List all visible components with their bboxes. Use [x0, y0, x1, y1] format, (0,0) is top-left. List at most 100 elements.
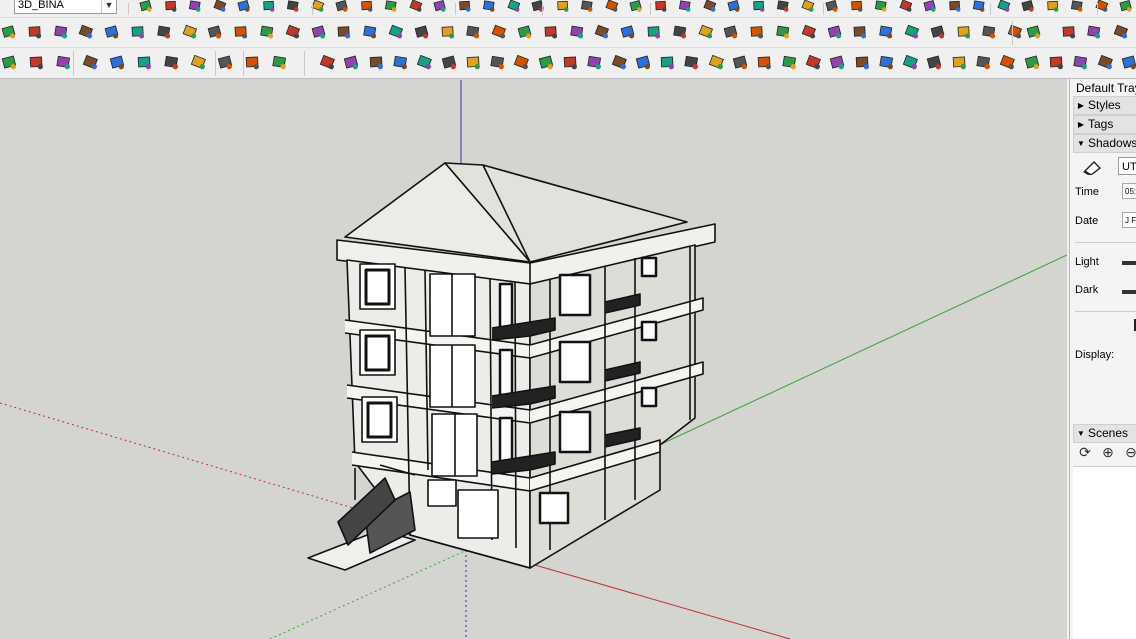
plugin-icon[interactable]	[52, 23, 70, 41]
arc-icon[interactable]	[212, 0, 228, 14]
plugin-icon[interactable]	[270, 53, 289, 72]
plugin-icon[interactable]	[516, 23, 534, 41]
select-icon[interactable]	[138, 0, 154, 14]
plugin-icon[interactable]	[877, 23, 895, 41]
plugin-icon[interactable]	[1047, 53, 1066, 72]
component-icon[interactable]	[653, 0, 669, 14]
plugin-icon[interactable]	[361, 23, 379, 41]
push-pull-icon[interactable]	[261, 0, 277, 14]
plugin-icon[interactable]	[853, 53, 872, 72]
plugin-icon[interactable]	[189, 53, 208, 72]
plugin-icon[interactable]	[671, 23, 689, 41]
plugin-icon[interactable]	[1085, 23, 1103, 41]
panel-styles[interactable]: ▶ Styles	[1073, 96, 1136, 115]
plugin-icon[interactable]	[258, 23, 276, 41]
plugin-icon[interactable]	[877, 53, 896, 72]
arc-icon[interactable]	[971, 0, 987, 14]
modeling-viewport[interactable]	[0, 79, 1067, 639]
plugin-icon[interactable]	[731, 53, 750, 72]
time-input[interactable]: 05:4	[1122, 183, 1136, 199]
plugin-icon[interactable]	[387, 23, 405, 41]
rectangle-icon[interactable]	[996, 0, 1012, 14]
plugin-icon[interactable]	[0, 53, 19, 72]
plugin-icon[interactable]	[512, 53, 531, 72]
plugin-icon[interactable]	[129, 23, 147, 41]
layer-select[interactable]: 3D_BINA ▼	[14, 0, 117, 14]
plugin-icon[interactable]	[464, 23, 482, 41]
plugin-icon[interactable]	[490, 23, 508, 41]
panel-scenes[interactable]: ▼ Scenes	[1073, 424, 1136, 443]
plugin-icon[interactable]	[440, 53, 459, 72]
panel-shadows[interactable]: ▼ Shadows	[1073, 134, 1136, 153]
plugin-icon[interactable]	[27, 53, 46, 72]
plugin-icon[interactable]	[568, 23, 586, 41]
plugin-icon[interactable]	[610, 53, 629, 72]
timezone-select[interactable]: UTC	[1118, 157, 1136, 175]
pencil-icon[interactable]	[947, 0, 963, 14]
walk-icon[interactable]	[530, 0, 546, 14]
plugin-icon[interactable]	[232, 23, 250, 41]
plugin-icon[interactable]	[755, 53, 774, 72]
plugin-icon[interactable]	[488, 53, 507, 72]
pan-icon[interactable]	[457, 0, 473, 14]
plugin-icon[interactable]	[851, 23, 869, 41]
plugin-icon[interactable]	[103, 23, 121, 41]
plugin-icon[interactable]	[243, 53, 262, 72]
plugin-icon[interactable]	[707, 53, 726, 72]
plugin-icon[interactable]	[722, 23, 740, 41]
shadow-toggle-icon[interactable]	[1082, 159, 1102, 175]
panel-tags[interactable]: ▶ Tags	[1073, 115, 1136, 134]
eraser-icon[interactable]	[922, 0, 938, 14]
rectangle-icon[interactable]	[236, 0, 252, 14]
text-icon[interactable]	[383, 0, 399, 14]
plugin-icon[interactable]	[901, 53, 920, 72]
move-icon[interactable]	[285, 0, 301, 14]
rotate-icon[interactable]	[1069, 0, 1085, 14]
plugin-icon[interactable]	[439, 23, 457, 41]
plugin-icon[interactable]	[998, 53, 1017, 72]
orbit-icon[interactable]	[432, 0, 448, 14]
look-around-icon[interactable]	[555, 0, 571, 14]
plugin-icon[interactable]	[216, 53, 235, 72]
plugin-icon[interactable]	[974, 53, 993, 72]
plugin-icon[interactable]	[415, 53, 434, 72]
plugin-icon[interactable]	[1025, 23, 1043, 41]
plugin-icon[interactable]	[634, 53, 653, 72]
plugin-icon[interactable]	[1112, 23, 1130, 41]
pencil-icon[interactable]	[187, 0, 203, 14]
plugin-icon[interactable]	[206, 23, 224, 41]
plugin-icon[interactable]	[658, 53, 677, 72]
plugin-icon[interactable]	[1006, 23, 1024, 41]
plugin-icon[interactable]	[81, 53, 100, 72]
layers4-icon[interactable]	[849, 0, 865, 14]
plugin-icon[interactable]	[682, 53, 701, 72]
plugin-icon[interactable]	[318, 53, 337, 72]
plugin-icon[interactable]	[54, 53, 73, 72]
plugin-icon[interactable]	[561, 53, 580, 72]
top-view-icon[interactable]	[726, 0, 742, 14]
plugin-icon[interactable]	[181, 23, 199, 41]
plugin-icon[interactable]	[26, 23, 44, 41]
plugin-icon[interactable]	[542, 23, 560, 41]
select-icon[interactable]	[898, 0, 914, 14]
plugin-icon[interactable]	[800, 23, 818, 41]
plugin-icon[interactable]	[108, 53, 127, 72]
push-pull-icon[interactable]	[1020, 0, 1036, 14]
section-icon[interactable]	[579, 0, 595, 14]
remove-scene-icon[interactable]: ⊖	[1123, 444, 1136, 460]
zoom-icon[interactable]	[481, 0, 497, 14]
plugin-icon[interactable]	[980, 23, 998, 41]
ruby-icon[interactable]	[873, 0, 889, 14]
scenes-list[interactable]	[1073, 466, 1136, 639]
plugin-icon[interactable]	[1060, 23, 1078, 41]
plugin-icon[interactable]	[0, 23, 18, 41]
plugin-icon[interactable]	[950, 53, 969, 72]
plugin-icon[interactable]	[1120, 53, 1136, 72]
plugin-icon[interactable]	[593, 23, 611, 41]
plugin-icon[interactable]	[826, 23, 844, 41]
add-scene-icon[interactable]: ⊕	[1100, 444, 1116, 460]
plugin-icon[interactable]	[77, 23, 95, 41]
plugin-icon[interactable]	[697, 23, 715, 41]
plugin-icon[interactable]	[585, 53, 604, 72]
plugin-icon[interactable]	[804, 53, 823, 72]
